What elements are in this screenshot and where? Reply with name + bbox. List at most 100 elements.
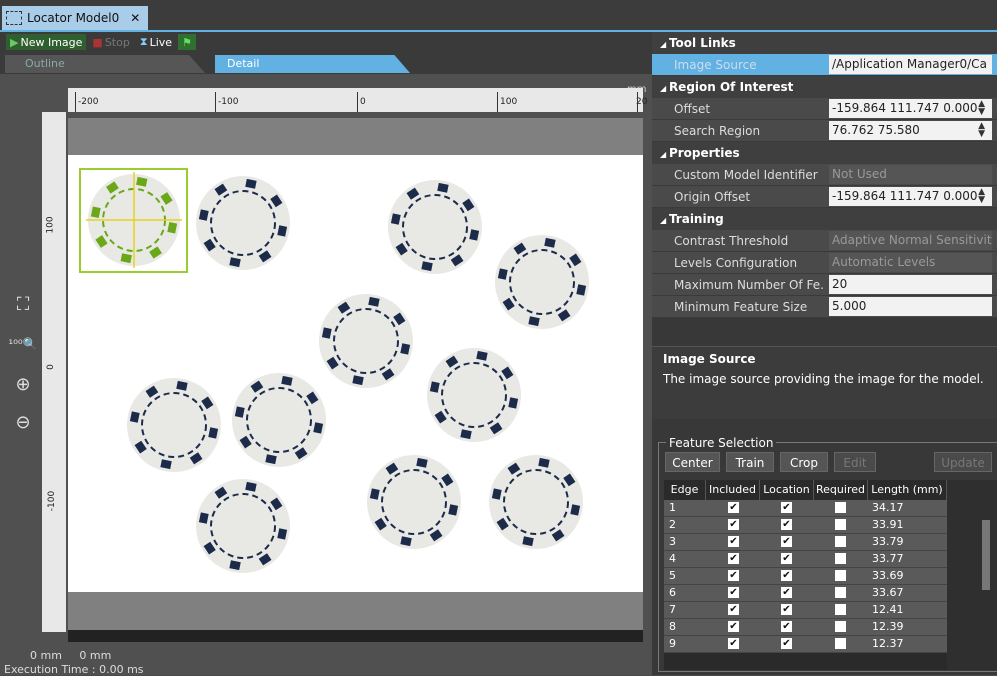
table-scroll-thumb[interactable] bbox=[982, 520, 990, 590]
close-icon[interactable]: ✕ bbox=[130, 11, 140, 25]
flag-icon: ⚑ bbox=[182, 35, 192, 49]
required-checkbox[interactable] bbox=[835, 570, 846, 581]
column-header-location[interactable]: Location bbox=[760, 480, 814, 500]
included-checkbox[interactable]: ✔ bbox=[728, 536, 739, 547]
table-row[interactable]: 4 ✔ ✔ 33.77 bbox=[664, 551, 947, 568]
spinner-icon[interactable]: ▲ ▼ bbox=[978, 100, 985, 117]
stop-button[interactable]: ■ Stop bbox=[88, 34, 134, 50]
property-value[interactable]: Automatic Levels bbox=[829, 253, 992, 272]
property-row[interactable]: Levels Configuration Automatic Levels bbox=[652, 252, 997, 274]
property-value[interactable]: 20 bbox=[829, 275, 992, 294]
included-checkbox[interactable]: ✔ bbox=[728, 604, 739, 615]
table-row[interactable]: 5 ✔ ✔ 33.69 bbox=[664, 568, 947, 585]
property-row[interactable]: Origin Offset -159.864 111.747 0.000 ▲ ▼ bbox=[652, 186, 997, 208]
model-region-of-interest[interactable] bbox=[79, 168, 188, 273]
update-button[interactable]: Update bbox=[934, 452, 992, 472]
property-value[interactable]: 5.000 bbox=[829, 297, 992, 316]
document-tab[interactable]: Locator Model0 ✕ bbox=[2, 6, 149, 30]
location-checkbox[interactable]: ✔ bbox=[781, 638, 792, 649]
property-row[interactable]: Contrast Threshold Adaptive Normal Sensit… bbox=[652, 230, 997, 252]
ruler-tick bbox=[215, 92, 216, 112]
required-checkbox[interactable] bbox=[835, 604, 846, 615]
collapse-triangle-icon[interactable]: ◢ bbox=[660, 84, 669, 93]
required-checkbox[interactable] bbox=[835, 587, 846, 598]
included-checkbox[interactable]: ✔ bbox=[728, 621, 739, 632]
length-cell: 33.91 bbox=[872, 518, 904, 531]
length-cell: 12.41 bbox=[872, 603, 904, 616]
required-checkbox[interactable] bbox=[835, 502, 846, 513]
table-row[interactable]: 7 ✔ ✔ 12.41 bbox=[664, 602, 947, 619]
zoom-out-icon[interactable]: ⊖ bbox=[8, 408, 38, 436]
required-checkbox[interactable] bbox=[835, 519, 846, 530]
column-header-required[interactable]: Required bbox=[814, 480, 868, 500]
property-section[interactable]: ◢ Tool Links bbox=[652, 32, 997, 54]
flag-button[interactable]: ⚑ bbox=[178, 34, 196, 50]
property-row[interactable]: Search Region 76.762 75.580 ▲ ▼ bbox=[652, 120, 997, 142]
center-button[interactable]: Center bbox=[665, 452, 720, 472]
required-checkbox[interactable] bbox=[835, 553, 846, 564]
included-checkbox[interactable]: ✔ bbox=[728, 587, 739, 598]
edge-cell: 1 bbox=[669, 501, 676, 514]
property-section[interactable]: ◢ Region Of Interest bbox=[652, 76, 997, 98]
location-checkbox[interactable]: ✔ bbox=[781, 536, 792, 547]
required-checkbox[interactable] bbox=[835, 621, 846, 632]
train-button[interactable]: Train bbox=[726, 452, 774, 472]
property-value[interactable]: Not Used bbox=[829, 165, 992, 184]
collapse-triangle-icon[interactable]: ◢ bbox=[660, 150, 669, 159]
column-header-length[interactable]: Length (mm) bbox=[868, 480, 947, 500]
included-checkbox[interactable]: ✔ bbox=[728, 570, 739, 581]
required-checkbox[interactable] bbox=[835, 638, 846, 649]
location-checkbox[interactable]: ✔ bbox=[781, 502, 792, 513]
tab-outline[interactable]: Outline bbox=[5, 55, 205, 73]
table-row[interactable]: 9 ✔ ✔ 12.37 bbox=[664, 636, 947, 653]
spinner-icon[interactable]: ▲ ▼ bbox=[978, 188, 985, 205]
location-checkbox[interactable]: ✔ bbox=[781, 519, 792, 530]
spinner-icon[interactable]: ▲ ▼ bbox=[978, 122, 985, 139]
required-checkbox[interactable] bbox=[835, 536, 846, 547]
included-checkbox[interactable]: ✔ bbox=[728, 553, 739, 564]
edge-cell: 6 bbox=[669, 586, 676, 599]
column-header-included[interactable]: Included bbox=[706, 480, 760, 500]
crop-button[interactable]: Crop bbox=[780, 452, 828, 472]
included-checkbox[interactable]: ✔ bbox=[728, 519, 739, 530]
column-header-edge[interactable]: Edge bbox=[664, 480, 706, 500]
document-tab-title: Locator Model0 bbox=[27, 11, 120, 25]
table-row[interactable]: 1 ✔ ✔ 34.17 bbox=[664, 500, 947, 517]
property-section[interactable]: ◢ Properties bbox=[652, 142, 997, 164]
location-checkbox[interactable]: ✔ bbox=[781, 570, 792, 581]
location-checkbox[interactable]: ✔ bbox=[781, 553, 792, 564]
table-row[interactable]: 2 ✔ ✔ 33.91 bbox=[664, 517, 947, 534]
live-button[interactable]: ⧗ Live bbox=[135, 34, 177, 50]
property-value[interactable]: -159.864 111.747 0.000 bbox=[829, 187, 992, 206]
tab-detail[interactable]: Detail bbox=[215, 55, 410, 73]
property-value[interactable]: -159.864 111.747 0.000 bbox=[829, 99, 992, 118]
location-checkbox[interactable]: ✔ bbox=[781, 604, 792, 615]
location-checkbox[interactable]: ✔ bbox=[781, 621, 792, 632]
property-value[interactable]: 76.762 75.580 bbox=[829, 121, 992, 140]
property-section[interactable]: ◢ Training bbox=[652, 208, 997, 230]
table-row[interactable]: 8 ✔ ✔ 12.39 bbox=[664, 619, 947, 636]
property-row[interactable]: Custom Model Identifier Not Used bbox=[652, 164, 997, 186]
included-checkbox[interactable]: ✔ bbox=[728, 502, 739, 513]
horizontal-scrollbar[interactable] bbox=[68, 630, 643, 642]
poker-chip bbox=[319, 294, 413, 388]
table-row[interactable]: 3 ✔ ✔ 33.79 bbox=[664, 534, 947, 551]
edit-button[interactable]: Edit bbox=[834, 452, 876, 472]
ruler-label: -200 bbox=[78, 97, 99, 107]
table-row[interactable]: 6 ✔ ✔ 33.67 bbox=[664, 585, 947, 602]
fit-view-icon[interactable]: ⛶ bbox=[8, 290, 38, 318]
zoom-100-icon[interactable]: ¹⁰⁰🔍 bbox=[8, 330, 38, 358]
property-row[interactable]: Maximum Number Of Fe... 20 bbox=[652, 274, 997, 296]
property-row[interactable]: Offset -159.864 111.747 0.000 ▲ ▼ bbox=[652, 98, 997, 120]
collapse-triangle-icon[interactable]: ◢ bbox=[660, 216, 669, 225]
property-row[interactable]: Minimum Feature Size 5.000 bbox=[652, 296, 997, 318]
new-image-button[interactable]: ▶ New Image bbox=[6, 34, 87, 50]
property-row[interactable]: Image Source/Application Manager0/Ca bbox=[652, 54, 997, 76]
included-checkbox[interactable]: ✔ bbox=[728, 638, 739, 649]
property-value[interactable]: Adaptive Normal Sensitivity bbox=[829, 231, 992, 250]
collapse-triangle-icon[interactable]: ◢ bbox=[660, 40, 669, 49]
location-checkbox[interactable]: ✔ bbox=[781, 587, 792, 598]
property-value[interactable]: /Application Manager0/Ca bbox=[829, 55, 992, 74]
edge-cell: 7 bbox=[669, 603, 676, 616]
zoom-in-icon[interactable]: ⊕ bbox=[8, 370, 38, 398]
